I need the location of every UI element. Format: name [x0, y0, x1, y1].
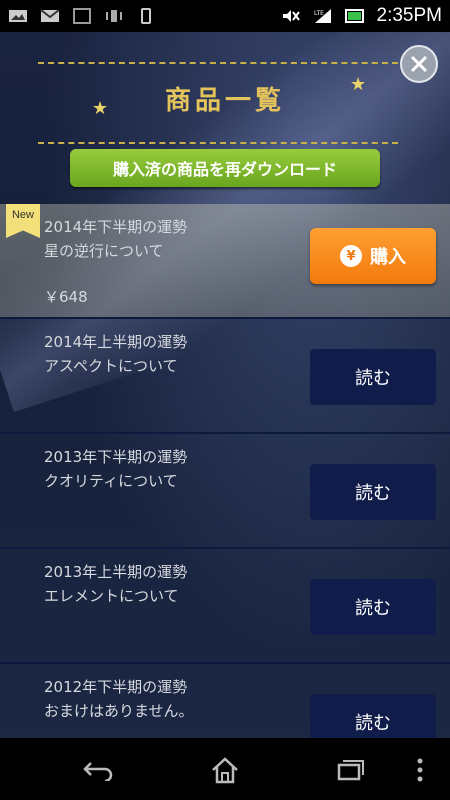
back-icon	[83, 762, 113, 781]
home-icon	[212, 757, 238, 784]
signal-icon: LTE	[314, 9, 331, 23]
read-button[interactable]: 読む	[310, 349, 436, 405]
read-button[interactable]: 読む	[310, 579, 436, 635]
item-price: ￥648	[44, 288, 88, 306]
item-subtitle: 星の逆行について	[44, 242, 164, 260]
item-subtitle: エレメントについて	[44, 587, 179, 605]
close-icon	[410, 55, 428, 73]
mute-icon	[282, 10, 300, 22]
app-icon	[73, 8, 91, 24]
menu-icon	[417, 758, 423, 782]
back-button[interactable]	[78, 750, 118, 790]
vibrate-icon	[106, 10, 122, 22]
decorative-divider	[38, 142, 398, 144]
list-item: 2014年上半期の運勢 アスペクトについて 読む	[0, 319, 450, 434]
item-subtitle: おまけはありません。	[44, 702, 194, 720]
read-button[interactable]: 読む	[310, 464, 436, 520]
page-title: 商品一覧	[164, 86, 285, 116]
decorative-divider	[38, 62, 398, 64]
status-bar: LTE 2:35PM	[0, 0, 450, 32]
gmail-icon	[40, 9, 60, 22]
notification-icons	[8, 8, 156, 24]
phone-icon	[141, 8, 151, 24]
item-title: 2014年下半期の運勢	[44, 218, 188, 236]
status-indicators: LTE 2:35PM	[281, 5, 442, 27]
item-title: 2013年上半期の運勢	[44, 563, 188, 581]
header: ★ ★ 商品一覧 購入済の商品を再ダウンロード	[0, 32, 450, 202]
network-type-label: LTE	[314, 10, 324, 17]
navigation-bar	[0, 738, 450, 800]
status-time: 2:35PM	[376, 5, 442, 26]
buy-button-label: 購入	[370, 247, 406, 268]
buy-button[interactable]: ¥ 購入	[310, 228, 436, 284]
close-button[interactable]	[400, 45, 438, 83]
list-item: 2013年上半期の運勢 エレメントについて 読む	[0, 549, 450, 664]
app-content: ★ ★ 商品一覧 購入済の商品を再ダウンロード New 2014年下半期の運勢 …	[0, 32, 450, 738]
recent-apps-icon	[337, 760, 364, 781]
new-badge: New	[6, 204, 40, 238]
menu-button[interactable]	[408, 750, 432, 790]
home-button[interactable]	[205, 750, 245, 790]
yen-icon: ¥	[340, 245, 362, 267]
list-item: New 2014年下半期の運勢 星の逆行について ￥648 ¥ 購入	[0, 204, 450, 319]
item-title: 2012年下半期の運勢	[44, 678, 188, 696]
product-list: New 2014年下半期の運勢 星の逆行について ￥648 ¥ 購入 2014年…	[0, 204, 450, 738]
item-title: 2013年下半期の運勢	[44, 448, 188, 466]
recent-apps-button[interactable]	[330, 750, 370, 790]
redownload-button[interactable]: 購入済の商品を再ダウンロード	[70, 149, 380, 187]
battery-icon	[344, 9, 364, 23]
item-title: 2014年上半期の運勢	[44, 333, 188, 351]
list-item: 2012年下半期の運勢 おまけはありません。 読む	[0, 664, 450, 738]
list-item: 2013年下半期の運勢 クオリティについて 読む	[0, 434, 450, 549]
image-icon	[9, 10, 27, 22]
item-subtitle: クオリティについて	[44, 472, 178, 490]
item-subtitle: アスペクトについて	[44, 357, 178, 375]
read-button[interactable]: 読む	[310, 694, 436, 738]
